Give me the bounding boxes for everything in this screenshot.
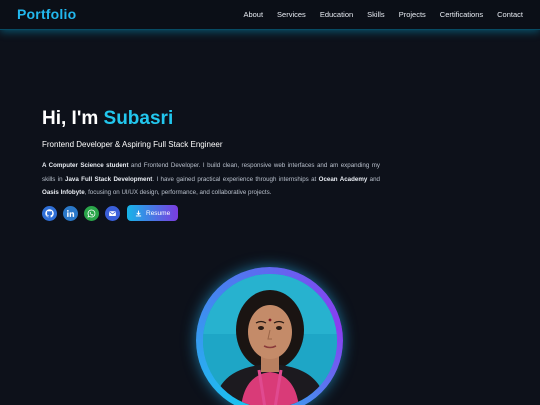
mail-icon xyxy=(109,210,116,216)
hero-subtitle: Frontend Developer & Aspiring Full Stack… xyxy=(42,140,223,149)
desc-text-8: , focusing on UI/UX design, performance,… xyxy=(84,189,272,196)
brand-logo[interactable]: Portfolio xyxy=(17,6,76,22)
hero-title: Hi, I'm Subasri xyxy=(42,108,173,130)
resume-button[interactable]: Resume xyxy=(127,205,179,221)
desc-text-6: and xyxy=(367,175,380,183)
desc-text-4: . I have gained practical experience thr… xyxy=(152,175,319,183)
linkedin-link[interactable] xyxy=(63,205,78,221)
linkedin-icon xyxy=(67,209,75,217)
github-icon xyxy=(45,208,54,218)
nav-link-projects[interactable]: Projects xyxy=(399,10,426,19)
hero-actions: Resume xyxy=(42,205,179,221)
nav-link-about[interactable]: About xyxy=(243,10,263,19)
download-icon xyxy=(135,210,142,216)
whatsapp-icon xyxy=(87,209,96,218)
profile-photo-ring xyxy=(196,267,343,405)
nav-link-skills[interactable]: Skills xyxy=(367,10,385,19)
desc-strong-3: Java Full Stack Development xyxy=(65,175,153,183)
desc-strong-1: A Computer Science student xyxy=(42,162,129,169)
hero-greeting: Hi, I'm xyxy=(42,108,104,129)
profile-photo-illustration xyxy=(202,273,337,405)
desc-strong-5: Ocean Academy xyxy=(318,175,368,183)
whatsapp-link[interactable] xyxy=(84,205,99,221)
nav-link-services[interactable]: Services xyxy=(277,10,306,19)
profile-photo xyxy=(202,273,337,405)
mail-link[interactable] xyxy=(105,205,120,221)
nav-link-contact[interactable]: Contact xyxy=(497,10,523,19)
nav-link-education[interactable]: Education xyxy=(320,10,353,19)
resume-label: Resume xyxy=(146,209,171,217)
nav-links: About Services Education Skills Projects… xyxy=(243,10,523,19)
hero-name: Subasri xyxy=(103,108,174,129)
desc-strong-7: Oasis Infobyte xyxy=(42,189,85,196)
github-link[interactable] xyxy=(42,205,57,221)
hero-description: A Computer Science student and Frontend … xyxy=(42,159,380,200)
navbar: Portfolio About Services Education Skill… xyxy=(0,0,540,30)
nav-link-certifications[interactable]: Certifications xyxy=(440,10,483,19)
